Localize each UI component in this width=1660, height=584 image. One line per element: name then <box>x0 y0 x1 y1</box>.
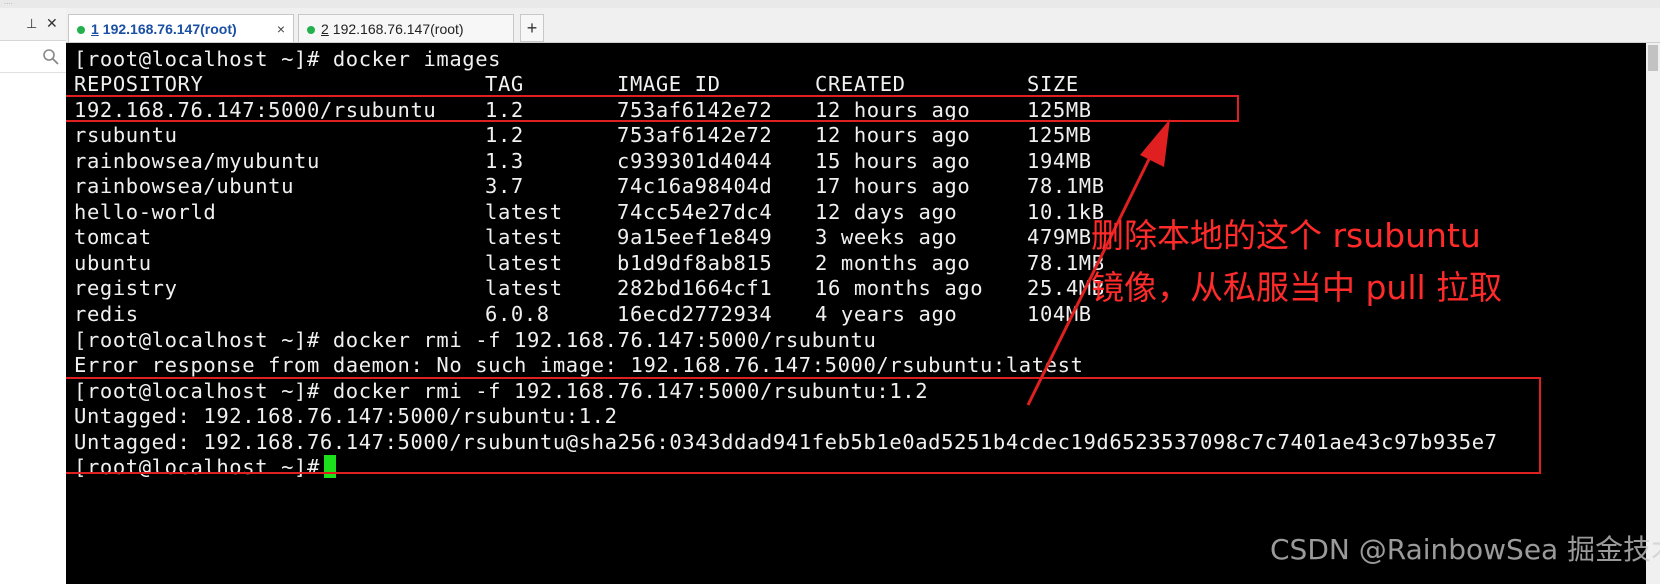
tab-number: 1 <box>91 21 99 37</box>
tab-session-2[interactable]: 2 192.168.76.147(root) <box>298 14 514 42</box>
sidebar-search[interactable] <box>0 42 66 73</box>
tab-number: 2 <box>321 21 329 37</box>
tab-label: 192.168.76.147(root) <box>102 21 237 37</box>
tab-label: 192.168.76.147(root) <box>332 21 464 37</box>
add-tab-button[interactable]: + <box>520 14 544 42</box>
terminal-scrollbar[interactable] <box>1646 43 1660 584</box>
sidebar-header: ⊥ ✕ <box>0 8 66 41</box>
annotation-arrow-icon <box>1026 119 1170 406</box>
connection-status-icon <box>307 26 315 35</box>
annotation-text-line1: 删除本地的这个 rsubuntu <box>1091 216 1481 255</box>
pin-icon[interactable]: ⊥ <box>26 16 37 32</box>
search-icon[interactable] <box>42 48 60 66</box>
tab-session-1[interactable]: 1 192.168.76.147(root) × <box>68 14 294 42</box>
annotation-text-line2: 镜像，从私服当中 pull 拉取 <box>1091 268 1503 307</box>
terminal-output[interactable]: [root@localhost ~]# docker images REPOSI… <box>66 43 1660 584</box>
close-icon[interactable]: ✕ <box>46 15 58 32</box>
connection-status-icon <box>77 26 85 35</box>
top-strip-text: .... <box>4 0 13 6</box>
window-top-strip: .... <box>0 0 1660 8</box>
tab-bar: 1 192.168.76.147(root) × 2 192.168.76.147(… <box>66 8 1660 43</box>
close-tab-icon[interactable]: × <box>277 15 285 43</box>
scrollbar-thumb[interactable] <box>1648 45 1658 71</box>
watermark: CSDN @RainbowSea 掘金技术社区 <box>1270 533 1660 566</box>
session-sidebar: ⊥ ✕ <box>0 8 67 584</box>
